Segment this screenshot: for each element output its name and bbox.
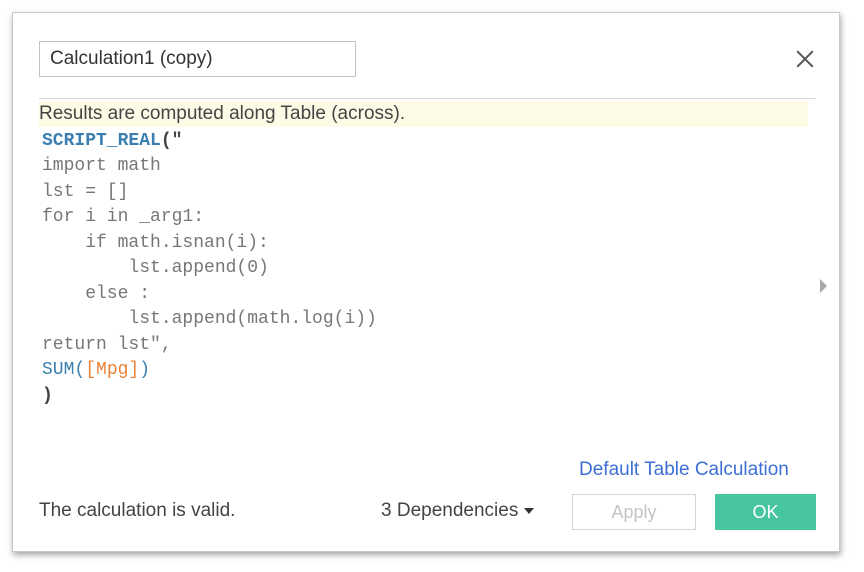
dependencies-label: 3 Dependencies xyxy=(381,500,519,521)
caret-down-icon xyxy=(524,507,535,514)
function-keyword: SCRIPT_REAL xyxy=(42,131,161,151)
code-line: return lst", xyxy=(42,333,172,358)
divider xyxy=(39,98,816,99)
scroll-right-arrow-icon[interactable] xyxy=(820,279,827,293)
formula-editor[interactable]: SCRIPT_REAL(" import math lst = [] for i… xyxy=(42,129,782,429)
code-line: lst = [] xyxy=(42,182,129,202)
validation-status: The calculation is valid. xyxy=(39,500,236,521)
dependencies-dropdown[interactable]: 3 Dependencies xyxy=(381,500,535,522)
code-punct: ) xyxy=(42,386,53,406)
ok-button[interactable]: OK xyxy=(715,494,816,530)
field-reference: [Mpg] xyxy=(85,360,140,380)
calculation-editor-dialog: Results are computed along Table (across… xyxy=(12,12,840,552)
code-line: else : xyxy=(42,284,151,304)
code-line: import math xyxy=(42,156,161,176)
apply-button[interactable]: Apply xyxy=(572,494,696,530)
code-punct: ( xyxy=(74,360,86,380)
code-line: lst.append(0) xyxy=(42,258,269,278)
code-text: return lst", xyxy=(42,335,172,355)
code-line: for i in _arg1: xyxy=(42,207,205,227)
code-line: ) xyxy=(42,384,53,409)
close-icon[interactable] xyxy=(791,45,819,73)
code-line: lst.append(math.log(i)) xyxy=(42,309,377,329)
code-line: SUM([Mpg]) xyxy=(42,358,150,383)
function-keyword: SUM xyxy=(42,360,75,380)
code-line: if math.isnan(i): xyxy=(42,233,269,253)
calculation-name-input[interactable] xyxy=(39,41,356,77)
info-banner: Results are computed along Table (across… xyxy=(39,101,808,127)
code-punct: ) xyxy=(139,360,151,380)
code-punct: (" xyxy=(160,131,183,151)
code-line: SCRIPT_REAL(" xyxy=(42,129,182,154)
default-table-calculation-link[interactable]: Default Table Calculation xyxy=(579,459,789,481)
